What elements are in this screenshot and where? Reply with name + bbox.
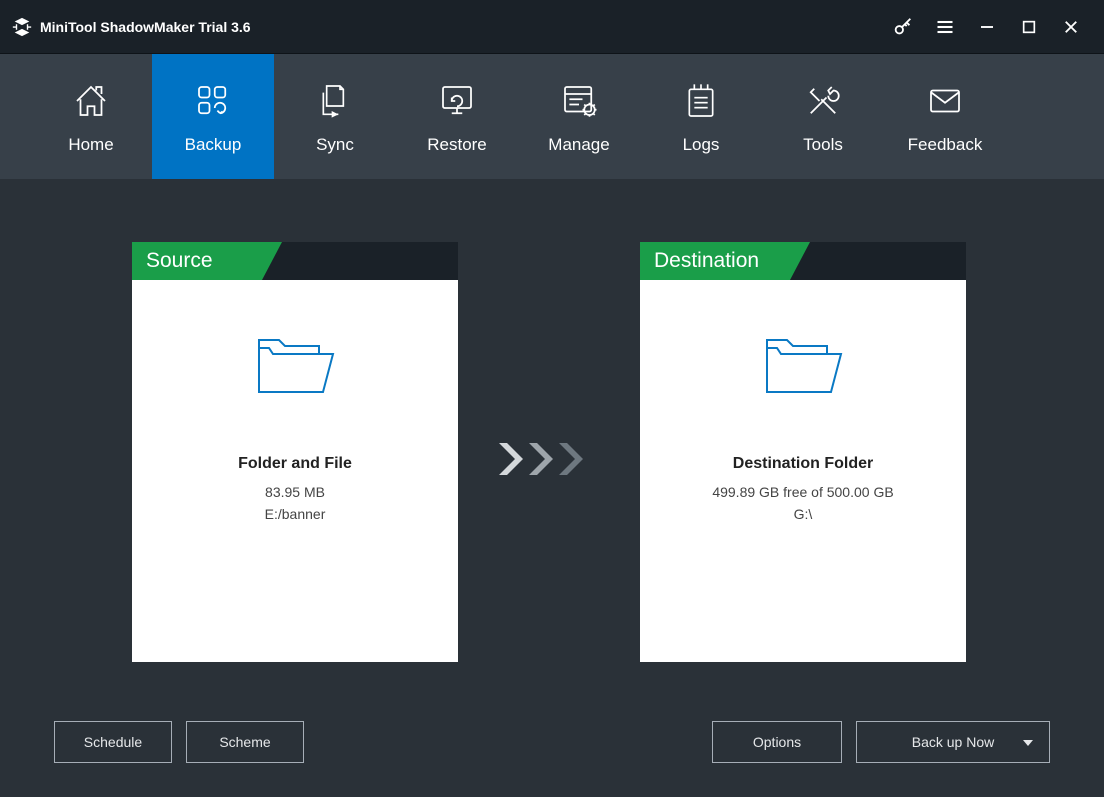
backup-icon — [192, 79, 234, 123]
close-button[interactable] — [1050, 1, 1092, 53]
scheme-button[interactable]: Scheme — [186, 721, 304, 763]
titlebar: MiniTool ShadowMaker Trial 3.6 — [0, 0, 1104, 53]
source-title: Folder and File — [132, 455, 458, 473]
destination-panel[interactable]: Destination Destination Folder 499.89 GB… — [640, 242, 966, 662]
sync-icon — [315, 79, 355, 123]
app-window: MiniTool ShadowMaker Trial 3.6 Home — [0, 0, 1104, 797]
menu-icon[interactable] — [924, 1, 966, 53]
minimize-button[interactable] — [966, 1, 1008, 53]
source-panel[interactable]: Source Folder and File 83.95 MB E:/banne… — [132, 242, 458, 662]
nav-label: Restore — [427, 135, 487, 155]
nav-tools[interactable]: Tools — [762, 54, 884, 179]
nav-label: Home — [68, 135, 113, 155]
nav-label: Manage — [548, 135, 609, 155]
nav-manage[interactable]: Manage — [518, 54, 640, 179]
nav-label: Tools — [803, 135, 843, 155]
logs-icon — [681, 79, 721, 123]
maximize-button[interactable] — [1008, 1, 1050, 53]
nav-feedback[interactable]: Feedback — [884, 54, 1006, 179]
home-icon — [70, 79, 112, 123]
navbar: Home Backup — [0, 53, 1104, 179]
nav-label: Sync — [316, 135, 354, 155]
destination-title: Destination Folder — [640, 455, 966, 473]
transfer-arrows-icon — [497, 439, 603, 479]
source-path: E:/banner — [132, 506, 458, 522]
schedule-button[interactable]: Schedule — [54, 721, 172, 763]
nav-label: Feedback — [908, 135, 983, 155]
button-label: Scheme — [219, 734, 270, 750]
nav-label: Logs — [683, 135, 720, 155]
button-label: Options — [753, 734, 801, 750]
nav-logs[interactable]: Logs — [640, 54, 762, 179]
manage-icon — [558, 79, 600, 123]
button-label: Schedule — [84, 734, 142, 750]
restore-icon — [436, 79, 478, 123]
feedback-icon — [924, 79, 966, 123]
destination-header: Destination — [640, 242, 800, 280]
folder-icon — [761, 330, 845, 405]
destination-free: 499.89 GB free of 500.00 GB — [640, 484, 966, 500]
folder-icon — [253, 330, 337, 405]
nav-home[interactable]: Home — [30, 54, 152, 179]
nav-sync[interactable]: Sync — [274, 54, 396, 179]
nav-label: Backup — [185, 135, 242, 155]
app-title: MiniTool ShadowMaker Trial 3.6 — [40, 19, 251, 35]
destination-path: G:\ — [640, 506, 966, 522]
nav-backup[interactable]: Backup — [152, 54, 274, 179]
button-label: Back up Now — [912, 734, 994, 750]
chevron-down-icon — [1023, 740, 1033, 746]
key-icon[interactable] — [882, 1, 924, 53]
app-logo-icon — [10, 15, 34, 39]
tools-icon — [802, 79, 844, 123]
nav-restore[interactable]: Restore — [396, 54, 518, 179]
backup-now-button[interactable]: Back up Now — [856, 721, 1050, 763]
content-area: Source Folder and File 83.95 MB E:/banne… — [0, 179, 1104, 797]
options-button[interactable]: Options — [712, 721, 842, 763]
source-header: Source — [132, 242, 272, 280]
bottom-bar: Schedule Scheme Options Back up Now — [0, 721, 1104, 763]
source-size: 83.95 MB — [132, 484, 458, 500]
